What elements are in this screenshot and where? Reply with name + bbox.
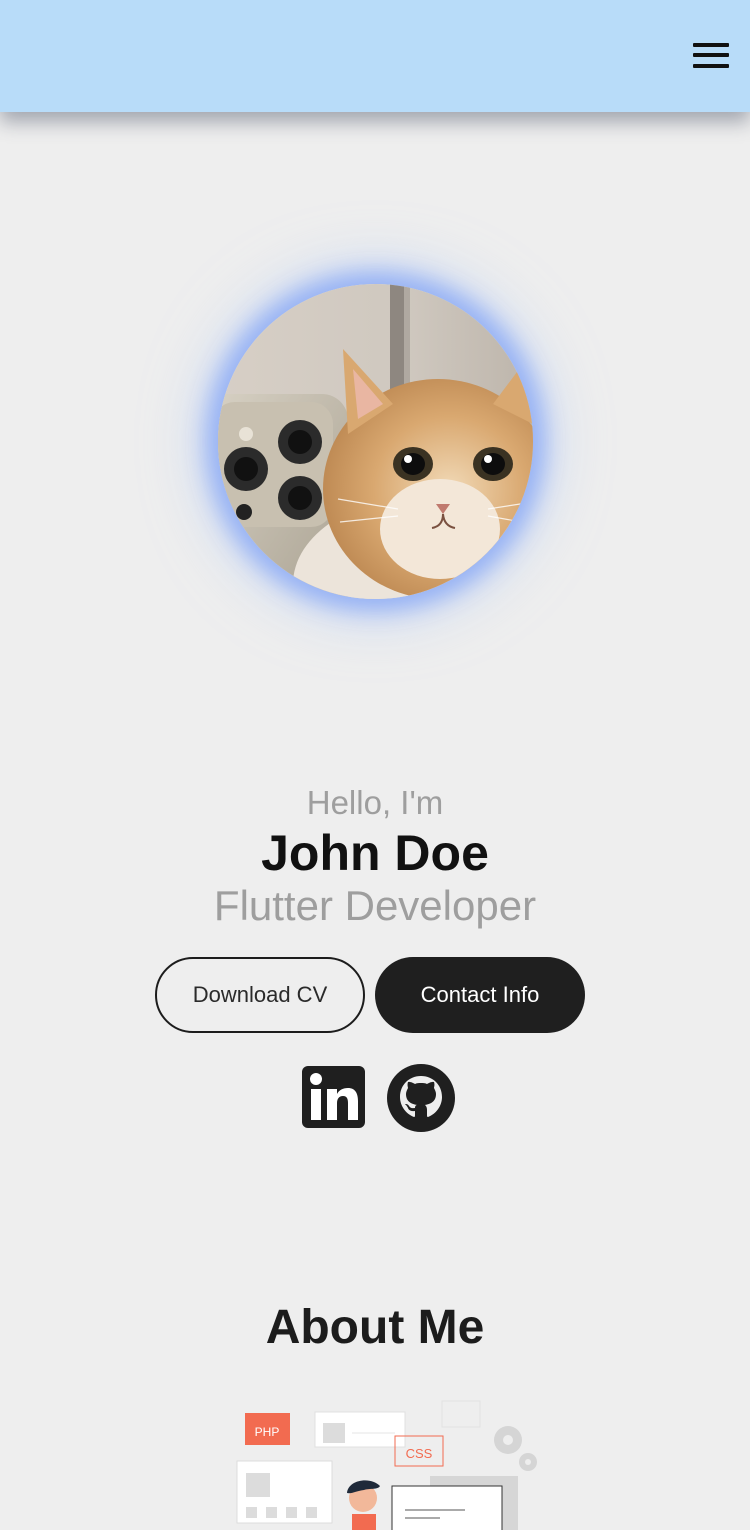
greeting-text: Hello, I'm: [306, 784, 444, 821]
developer-illustration: PHP CSS: [230, 1398, 550, 1530]
hamburger-menu-icon[interactable]: [692, 40, 730, 70]
contact-info-button[interactable]: Contact Info: [375, 957, 585, 1033]
download-cv-button[interactable]: Download CV: [155, 957, 365, 1033]
linkedin-icon[interactable]: [302, 1064, 365, 1130]
css-label: CSS: [406, 1446, 433, 1461]
app-bar: [0, 0, 750, 112]
github-icon[interactable]: [387, 1064, 455, 1132]
profile-avatar: [218, 284, 533, 599]
cat-photo-image: [218, 284, 533, 599]
php-label: PHP: [255, 1425, 280, 1439]
profile-role: Flutter Developer: [213, 882, 537, 929]
about-me-heading: About Me: [265, 1301, 485, 1354]
profile-name: John Doe: [261, 825, 489, 881]
